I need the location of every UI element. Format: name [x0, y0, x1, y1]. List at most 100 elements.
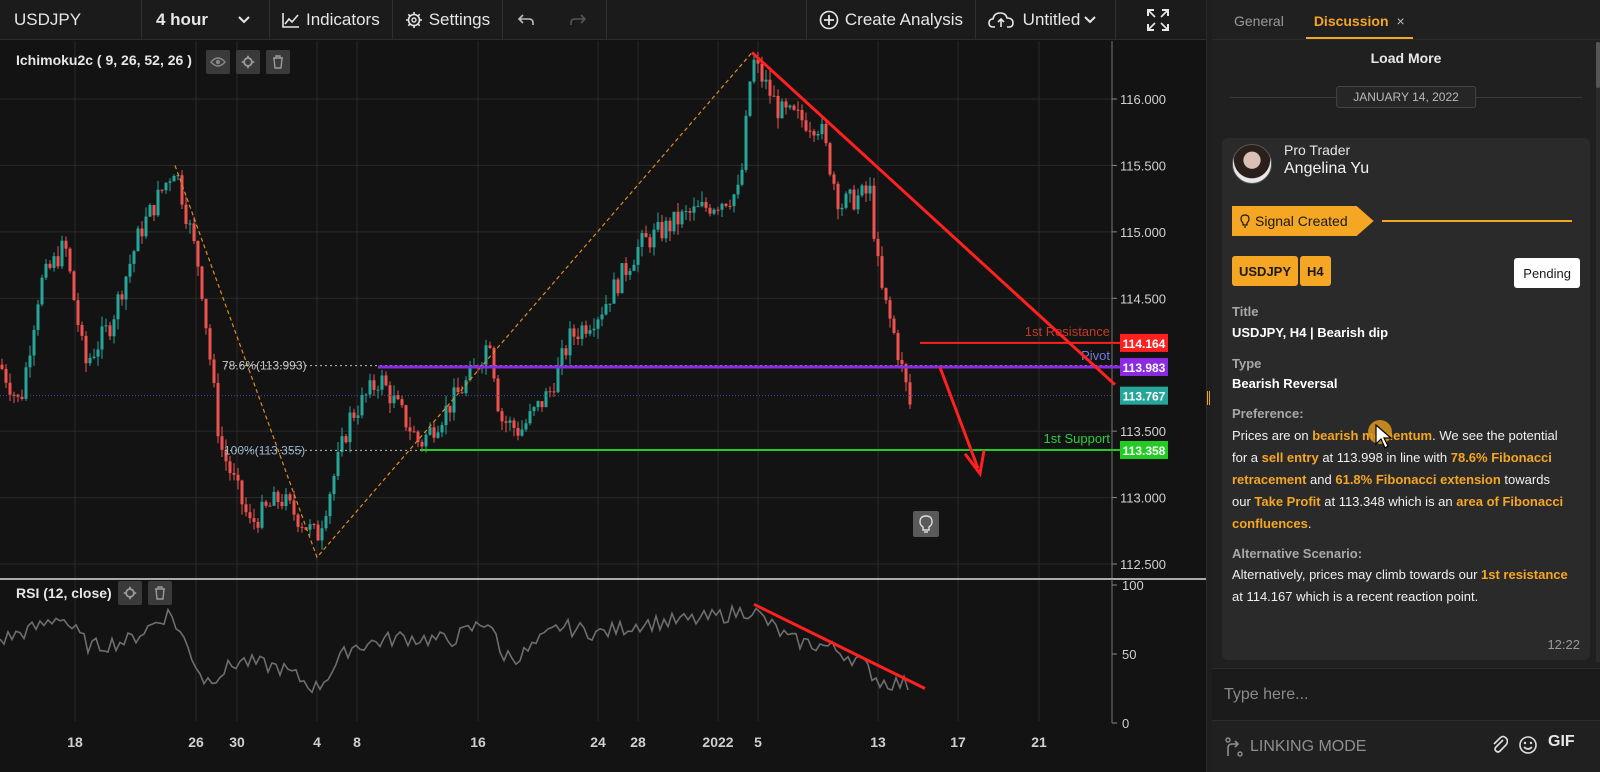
fullscreen-button[interactable]: [1116, 0, 1206, 39]
gif-button[interactable]: GIF: [1548, 733, 1575, 751]
candle-body: [796, 109, 800, 111]
linking-mode-label[interactable]: LINKING MODE: [1250, 738, 1366, 756]
highlighted-term: 61.8% Fibonacci extension: [1335, 472, 1501, 487]
candle-body: [864, 185, 868, 194]
candle-body: [624, 263, 628, 275]
candle-body: [556, 365, 560, 393]
candle-body: [424, 434, 428, 447]
candle-body: [760, 63, 764, 82]
date-tick-label: 21: [1031, 734, 1047, 750]
candle-body: [48, 263, 52, 268]
rsi-indicator-label: RSI (12, close): [16, 585, 112, 601]
candle-body: [520, 429, 524, 436]
candle-body: [716, 209, 720, 211]
candle-body: [144, 216, 148, 237]
candle-body: [172, 176, 176, 182]
candle-body: [324, 516, 328, 529]
candle-body: [288, 494, 292, 501]
candle-body: [768, 79, 772, 96]
candle-body: [160, 189, 164, 191]
candle-body: [368, 380, 372, 395]
panel-footer: LINKING MODE GIF: [1212, 720, 1600, 772]
chart-area[interactable]: 18 26 30 4 8 16 24 28 2022 5 13 17 21 116.000 115.500 1…: [0, 41, 1206, 772]
visibility-toggle-button[interactable]: [206, 50, 230, 74]
message-card: Pro Trader Angelina Yu Signal Created US…: [1222, 138, 1590, 660]
text-segment: and: [1306, 472, 1336, 487]
text-segment: Alternatively, prices may climb towards …: [1232, 567, 1482, 582]
price-tick-label: 113.000: [1120, 491, 1166, 506]
indicator-settings-button[interactable]: [236, 50, 260, 74]
candle-body: [80, 324, 84, 336]
symbol-tag[interactable]: USDJPY: [1232, 256, 1299, 286]
candle-body: [860, 185, 864, 196]
candle-body: [136, 228, 140, 252]
tab-general[interactable]: General: [1226, 13, 1292, 39]
signal-badge: Signal Created: [1232, 206, 1374, 236]
price-tick-label: 115.000: [1120, 225, 1166, 240]
candle-body: [884, 287, 888, 301]
candle-body: [264, 501, 268, 506]
timeframe-tag[interactable]: H4: [1300, 256, 1331, 286]
indicators-button[interactable]: Indicators: [270, 0, 393, 39]
candle-body: [508, 420, 512, 423]
candle-body: [412, 431, 416, 433]
candle-body: [68, 248, 72, 272]
rsi-delete-button[interactable]: [148, 581, 172, 605]
rsi-tick-label: 0: [1122, 716, 1129, 731]
cloud-upload-icon: [988, 11, 1014, 28]
candle-body: [872, 185, 876, 239]
indicator-delete-button[interactable]: [266, 50, 290, 74]
author-name[interactable]: Angelina Yu: [1284, 160, 1369, 178]
candle-body: [244, 504, 248, 513]
rsi-line: [0, 603, 909, 694]
redo-icon: [569, 13, 586, 25]
candle-body: [576, 336, 580, 339]
tab-discussion[interactable]: Discussion ×: [1305, 13, 1413, 39]
message-input[interactable]: [1212, 669, 1600, 720]
redo-button[interactable]: [555, 0, 608, 39]
load-more-button[interactable]: Load More: [1212, 50, 1600, 66]
ichimoku-indicator-label: Ichimoku2c ( 9, 26, 52, 26 ): [16, 52, 192, 68]
candle-body: [28, 355, 32, 368]
trash-icon: [273, 55, 283, 69]
candle-body: [24, 367, 28, 399]
link-icon[interactable]: [1224, 736, 1244, 758]
close-icon[interactable]: ×: [1397, 13, 1405, 29]
settings-button[interactable]: Settings: [393, 0, 504, 39]
candle-body: [652, 229, 656, 248]
candle-body: [568, 328, 572, 356]
candle-body: [844, 193, 848, 208]
candle-body: [272, 491, 276, 506]
splitter-handle[interactable]: [1207, 391, 1210, 405]
candle-body: [692, 206, 696, 213]
undo-button[interactable]: [503, 0, 555, 39]
idea-button[interactable]: [913, 511, 939, 537]
emoji-icon[interactable]: [1518, 735, 1538, 755]
highlighted-term: sell entry: [1261, 450, 1319, 465]
layout-dropdown[interactable]: Untitled: [976, 0, 1116, 39]
paperclip-icon[interactable]: [1492, 735, 1508, 755]
candle-body: [408, 427, 412, 432]
price-chart[interactable]: 18 26 30 4 8 16 24 28 2022 5 13 17 21 116.000 115.500 1…: [0, 41, 1206, 772]
candle-body: [20, 396, 24, 399]
candle-body: [140, 228, 144, 237]
date-tick-label: 13: [870, 734, 886, 750]
candle-body: [896, 332, 900, 361]
candle-body: [260, 501, 264, 528]
create-analysis-button[interactable]: Create Analysis: [807, 0, 976, 39]
symbol-selector[interactable]: USDJPY: [0, 0, 142, 39]
candle-body: [168, 181, 172, 183]
candle-body: [640, 233, 644, 247]
candle-body: [832, 174, 836, 184]
title-label: Title: [1232, 304, 1259, 319]
candle-body: [156, 189, 160, 216]
candle-body: [628, 270, 632, 275]
rsi-settings-button[interactable]: [118, 581, 142, 605]
date-tick-label: 24: [590, 734, 606, 750]
gear-icon: [241, 55, 255, 69]
toolbar-spacer: [607, 0, 807, 39]
candle-body: [780, 101, 784, 119]
scrollbar[interactable]: [1596, 42, 1600, 662]
avatar[interactable]: [1232, 144, 1272, 184]
interval-dropdown[interactable]: 4 hour: [142, 0, 270, 39]
